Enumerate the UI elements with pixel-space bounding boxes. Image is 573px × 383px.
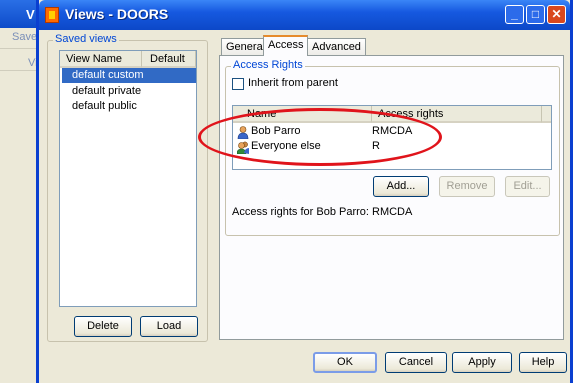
saved-views-list[interactable]: View Name Default default custom default… [59, 50, 197, 307]
row-rights-everyone-else[interactable]: R [372, 140, 380, 152]
list-item-default-custom[interactable]: default custom [62, 68, 196, 83]
access-rights-list[interactable]: Name Access rights Bob Parro RMCDA Every… [232, 105, 552, 170]
tab-advanced[interactable]: Advanced [307, 38, 366, 56]
column-header-filler [542, 106, 551, 123]
inherit-checkbox[interactable] [232, 78, 244, 90]
list-item-default-public[interactable]: default public [62, 99, 196, 114]
access-rights-label: Access Rights [231, 59, 305, 71]
delete-button[interactable]: Delete [74, 316, 132, 337]
group-icon [237, 141, 249, 154]
close-button[interactable]: ✕ [547, 5, 566, 24]
remove-button[interactable]: Remove [439, 176, 495, 197]
row-name-bob-parro[interactable]: Bob Parro [251, 125, 301, 137]
help-button[interactable]: Help [519, 352, 567, 373]
views-dialog: Views - DOORS _ □ ✕ Saved views View Nam… [36, 0, 573, 383]
background-text: Save [12, 31, 38, 43]
window-title: Views - DOORS [65, 6, 169, 22]
cancel-button[interactable]: Cancel [385, 352, 447, 373]
user-icon [237, 126, 249, 139]
access-rights-status: Access rights for Bob Parro: RMCDA [232, 206, 413, 218]
tab-access[interactable]: Access [263, 35, 309, 56]
edit-button[interactable]: Edit... [505, 176, 550, 197]
title-bar[interactable]: Views - DOORS _ □ ✕ [39, 0, 570, 30]
maximize-button[interactable]: □ [526, 5, 545, 24]
inherit-label: Inherit from parent [248, 77, 338, 89]
apply-button[interactable]: Apply [452, 352, 512, 373]
minimize-button[interactable]: _ [505, 5, 524, 24]
doors-app-icon [45, 7, 59, 23]
list-item-default-private[interactable]: default private [62, 84, 196, 99]
background-title: V [26, 7, 35, 22]
add-button[interactable]: Add... [373, 176, 429, 197]
row-name-everyone-else[interactable]: Everyone else [251, 140, 321, 152]
column-header-access-rights[interactable]: Access rights [372, 106, 542, 123]
row-rights-bob-parro[interactable]: RMCDA [372, 125, 412, 137]
load-button[interactable]: Load [140, 316, 198, 337]
column-header-view-name[interactable]: View Name [60, 51, 142, 68]
column-header-default[interactable]: Default [142, 51, 196, 68]
saved-views-label: Saved views [53, 33, 119, 45]
ok-button[interactable]: OK [313, 352, 377, 373]
column-header-name[interactable]: Name [233, 106, 372, 123]
